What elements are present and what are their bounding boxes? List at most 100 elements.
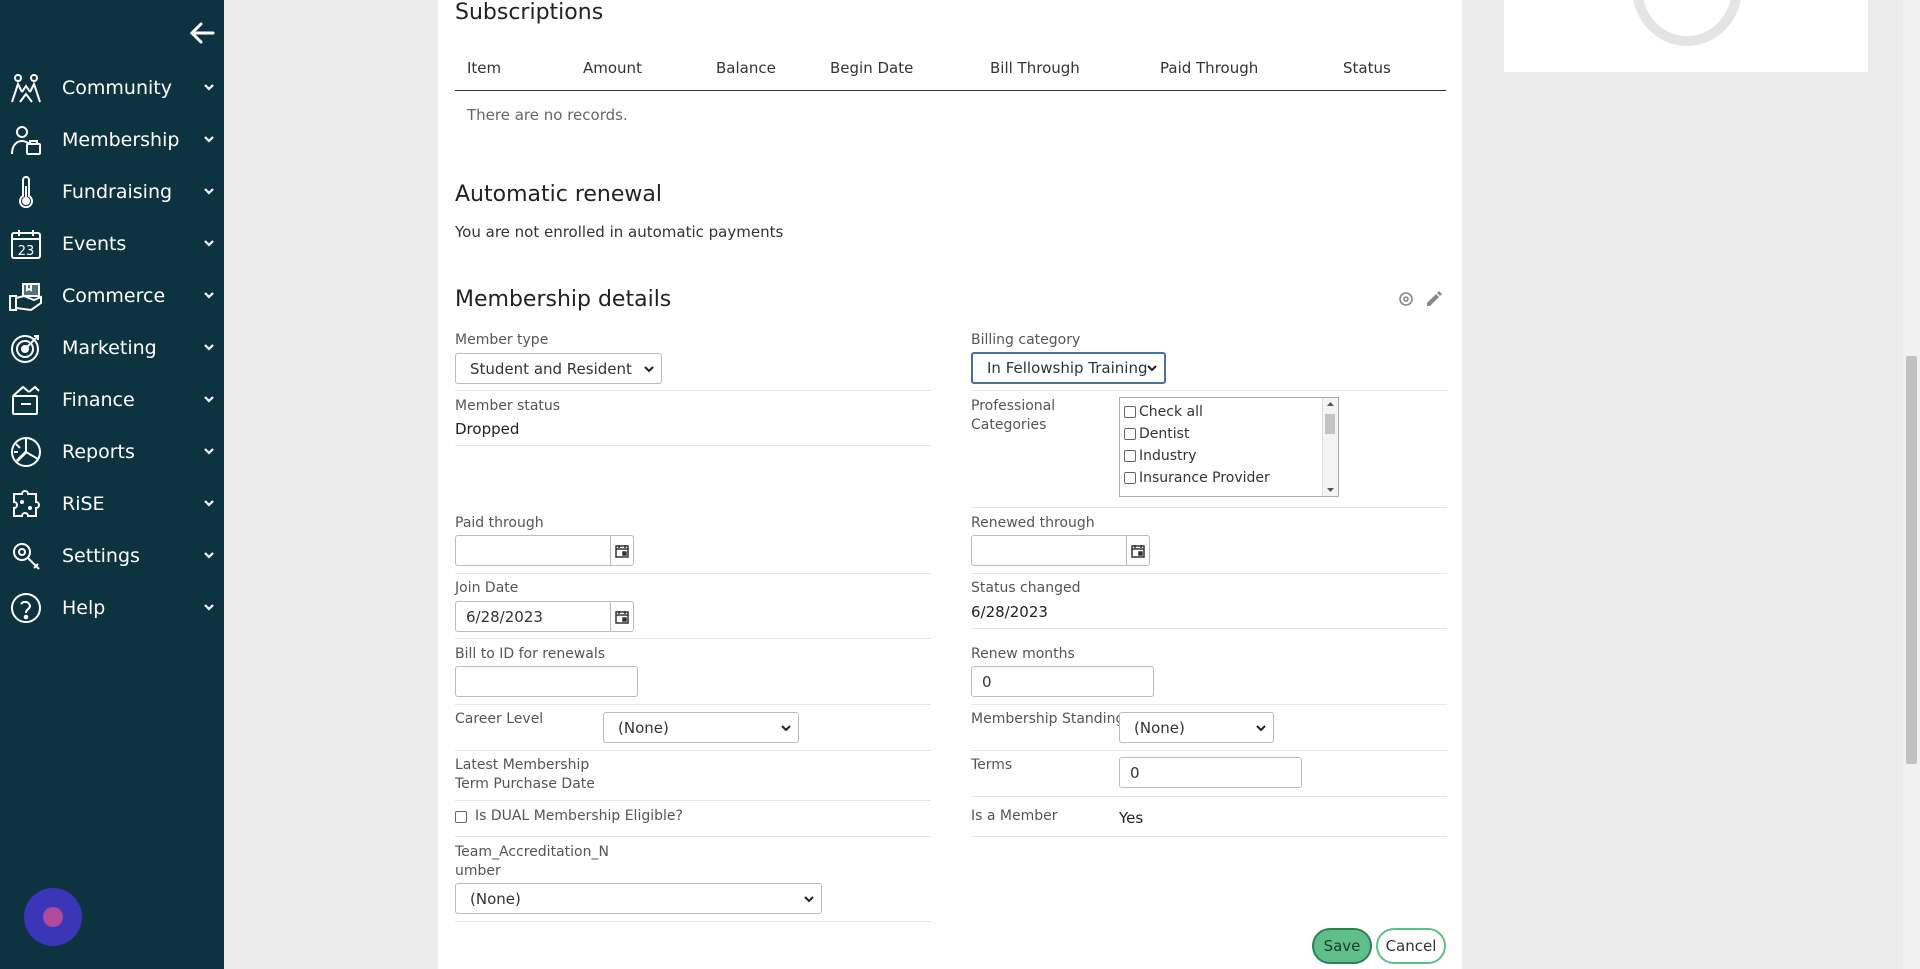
checkbox-insurance-provider[interactable] (1124, 472, 1136, 484)
row-divider (971, 836, 1447, 837)
checkbox-dentist[interactable] (1124, 428, 1136, 440)
checkbox-check-all[interactable] (1124, 406, 1136, 418)
list-item[interactable]: Industry (1124, 448, 1197, 464)
sidebar-item-events[interactable]: 23 Events (0, 218, 224, 270)
sidebar-item-label: Events (62, 233, 127, 255)
puzzle-icon (8, 486, 44, 522)
sidebar-item-help[interactable]: Help (0, 582, 224, 634)
terms-input[interactable]: 0 (1119, 757, 1302, 788)
professional-categories-list[interactable]: Check all Dentist Industry Insurance Pro… (1119, 397, 1339, 497)
sidebar-item-marketing[interactable]: Marketing (0, 322, 224, 374)
list-item[interactable]: Check all (1124, 404, 1203, 420)
table-header-divider (455, 90, 1446, 91)
row-divider (455, 836, 931, 837)
arrow-left-icon[interactable] (187, 18, 217, 48)
checkbox-industry[interactable] (1124, 450, 1136, 462)
column-header-begin-date[interactable]: Begin Date (830, 59, 913, 77)
calendar-icon[interactable] (610, 601, 634, 632)
career-level-label: Career Level (455, 711, 544, 727)
is-member-label: Is a Member (971, 808, 1058, 824)
sidebar-item-rise[interactable]: RiSE (0, 478, 224, 530)
sidebar-item-label: Finance (62, 389, 135, 411)
list-scrollbar[interactable] (1322, 398, 1338, 496)
chevron-down-icon (204, 292, 214, 299)
edit-pencil-icon[interactable] (1424, 289, 1444, 309)
sidebar-item-label: Community (62, 77, 172, 99)
status-changed-label: Status changed (971, 580, 1081, 596)
sidebar-item-commerce[interactable]: Commerce (0, 270, 224, 322)
member-status-value: Dropped (455, 420, 520, 438)
cancel-button[interactable]: Cancel (1376, 928, 1446, 964)
calendar-icon[interactable] (1126, 535, 1150, 566)
sidebar-item-fundraising[interactable]: Fundraising (0, 166, 224, 218)
bill-to-id-input[interactable] (455, 666, 638, 697)
dual-eligible-checkbox[interactable] (455, 811, 467, 823)
member-type-value: Student and Resident (470, 359, 632, 378)
renewed-through-input[interactable] (971, 535, 1127, 566)
settings-gear-icon[interactable] (1396, 289, 1416, 309)
sidebar-item-label: Marketing (62, 337, 157, 359)
row-divider (455, 390, 931, 391)
sidebar-item-membership[interactable]: Membership (0, 114, 224, 166)
chat-widget-button[interactable] (24, 888, 82, 946)
column-header-paid-through[interactable]: Paid Through (1160, 59, 1258, 77)
sidebar-item-label: RiSE (62, 493, 105, 515)
chevron-down-icon (1147, 365, 1157, 372)
join-date-input[interactable]: 6/28/2023 (455, 601, 611, 632)
join-date-label: Join Date (455, 580, 519, 596)
row-divider (455, 638, 931, 639)
column-header-amount[interactable]: Amount (583, 59, 642, 77)
membership-standing-label: Membership Standing (971, 711, 1125, 727)
row-divider (971, 390, 1447, 391)
sidebar-item-reports[interactable]: Reports (0, 426, 224, 478)
calendar-icon[interactable] (610, 535, 634, 566)
row-divider (455, 750, 931, 751)
svg-text:23: 23 (18, 244, 35, 259)
billing-category-value: In Fellowship Training (987, 359, 1148, 377)
sidebar-item-finance[interactable]: Finance (0, 374, 224, 426)
wrench-icon (8, 538, 44, 574)
membership-standing-select[interactable]: (None) (1119, 712, 1274, 743)
team-accreditation-select[interactable]: (None) (455, 883, 822, 914)
list-item[interactable]: Insurance Provider (1124, 470, 1270, 486)
list-scroll-thumb[interactable] (1325, 414, 1335, 434)
scroll-down-icon[interactable] (1326, 486, 1335, 494)
chevron-down-icon (204, 448, 214, 455)
column-header-balance[interactable]: Balance (716, 59, 776, 77)
progress-ring (1632, 0, 1742, 46)
scroll-up-icon[interactable] (1326, 400, 1335, 408)
membership-icon (8, 122, 44, 158)
chevron-down-icon (204, 396, 214, 403)
side-card (1504, 0, 1868, 72)
sidebar-item-community[interactable]: Community (0, 62, 224, 114)
sidebar-item-label: Settings (62, 545, 140, 567)
renew-months-input[interactable]: 0 (971, 666, 1154, 697)
save-button[interactable]: Save (1312, 928, 1372, 964)
column-header-bill-through[interactable]: Bill Through (990, 59, 1080, 77)
page-scrollbar[interactable] (1903, 0, 1920, 969)
row-divider (455, 800, 931, 801)
chevron-down-icon (204, 188, 214, 195)
membership-details-title: Membership details (455, 287, 672, 312)
thermometer-icon (8, 174, 44, 210)
paid-through-input[interactable] (455, 535, 611, 566)
latest-purchase-label-line1: Latest Membership (455, 757, 590, 773)
career-level-select[interactable]: (None) (603, 712, 799, 743)
chevron-down-icon (1256, 724, 1266, 731)
column-header-status[interactable]: Status (1343, 59, 1391, 77)
sidebar-item-settings[interactable]: Settings (0, 530, 224, 582)
column-header-item[interactable]: Item (467, 59, 501, 77)
target-icon (8, 330, 44, 366)
empty-records-text: There are no records. (467, 106, 628, 124)
member-type-select[interactable]: Student and Resident (455, 353, 662, 384)
page-scroll-thumb[interactable] (1906, 356, 1917, 764)
row-divider (971, 628, 1447, 629)
renewed-through-label: Renewed through (971, 515, 1095, 531)
row-divider (455, 573, 931, 574)
list-item[interactable]: Dentist (1124, 426, 1189, 442)
billing-category-label: Billing category (971, 332, 1081, 348)
sidebar-item-label: Membership (62, 129, 180, 151)
billing-category-select[interactable]: In Fellowship Training (971, 352, 1166, 384)
row-divider (455, 704, 931, 705)
commerce-icon (8, 278, 44, 314)
